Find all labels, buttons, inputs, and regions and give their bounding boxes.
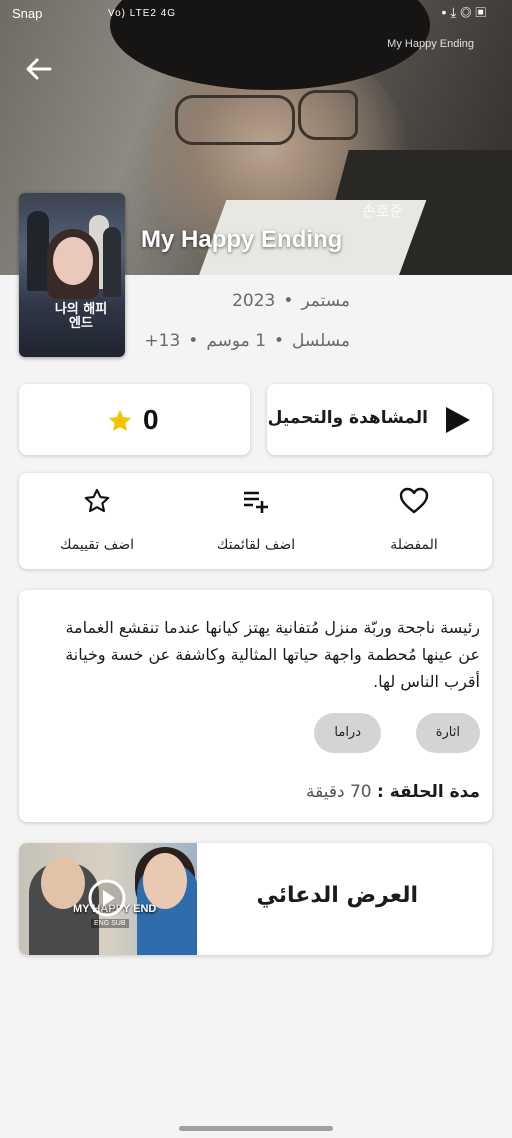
status-bar-left: Snap [12, 6, 43, 21]
actions-card: المفضلة اضف لقائمتك اضف تقييمك [19, 473, 492, 569]
watch-download-button[interactable]: المشاهدة والتحميل [267, 384, 492, 455]
genre-chip[interactable]: اثارة [415, 713, 480, 753]
status-bar-icons: • ⤓ ◎ ▣ [441, 4, 486, 21]
duration-value: 70 دقيقة [306, 782, 372, 802]
star-outline-icon [84, 488, 110, 513]
add-rating-label: اضف تقييمك [59, 537, 135, 553]
rating-card[interactable]: 0 [19, 384, 250, 455]
rating-value: 0 [143, 404, 159, 435]
back-arrow-icon[interactable] [24, 54, 54, 84]
watermark: My Happy Ending [387, 38, 474, 50]
korean-caption: 손호준 [362, 202, 404, 220]
poster-title: 나의 해피엔드 [54, 302, 108, 331]
duration-label: مدة الحلقة : [377, 782, 480, 802]
download-icon: ⤓ [450, 4, 457, 20]
notification-dot-icon: • [441, 4, 447, 20]
meta-seasons: 1 موسم [206, 331, 267, 351]
star-icon [108, 409, 132, 431]
favorite-button[interactable]: المفضلة [339, 487, 489, 553]
home-indicator[interactable] [179, 1126, 333, 1131]
description-card: رئيسة ناجحة وربّة منزل مُتفانية يهتز كيا… [19, 590, 492, 822]
heart-icon [399, 487, 429, 514]
status-bar-network: Vo) LTE2 4G [108, 8, 177, 19]
watch-download-label: المشاهدة والتحميل [267, 408, 428, 428]
backdrop-glasses [175, 95, 295, 145]
meta-status: مستمر [301, 291, 350, 311]
playlist-add-icon [244, 491, 268, 513]
meta-type: مسلسل [292, 331, 350, 351]
backdrop-glasses-right [298, 90, 358, 140]
episode-duration: مدة الحلقة : 70 دقيقة [306, 782, 480, 802]
add-to-list-label: اضف لقائمتك [216, 537, 296, 553]
page-title: My Happy Ending [141, 226, 343, 253]
meta-year: 2023 [232, 291, 276, 311]
genre-chip[interactable]: دراما [314, 713, 381, 753]
trailer-thumbnail[interactable]: MY HAPPY END ENG SUB [19, 843, 197, 955]
screen-record-icon: ◎ [460, 4, 472, 20]
play-icon [446, 407, 470, 433]
add-rating-button[interactable]: اضف تقييمك [22, 487, 172, 553]
meta-line-2: مسلسل•1 موسم•+13 [144, 331, 350, 351]
gallery-icon: ▣ [475, 4, 486, 20]
poster-image: 나의 해피엔드 [19, 193, 125, 357]
thumbnail-sub-badge: ENG SUB [91, 919, 129, 928]
trailer-label: العرض الدعائي [256, 883, 418, 908]
meta-age: +13 [144, 331, 181, 351]
add-to-list-button[interactable]: اضف لقائمتك [181, 487, 331, 553]
trailer-card[interactable]: MY HAPPY END ENG SUB العرض الدعائي [19, 843, 492, 955]
favorite-label: المفضلة [390, 537, 438, 553]
description-text: رئيسة ناجحة وربّة منزل مُتفانية يهتز كيا… [65, 618, 480, 691]
play-circle-icon[interactable] [87, 878, 127, 918]
meta-line-1: مستمر•2023 [232, 291, 350, 311]
